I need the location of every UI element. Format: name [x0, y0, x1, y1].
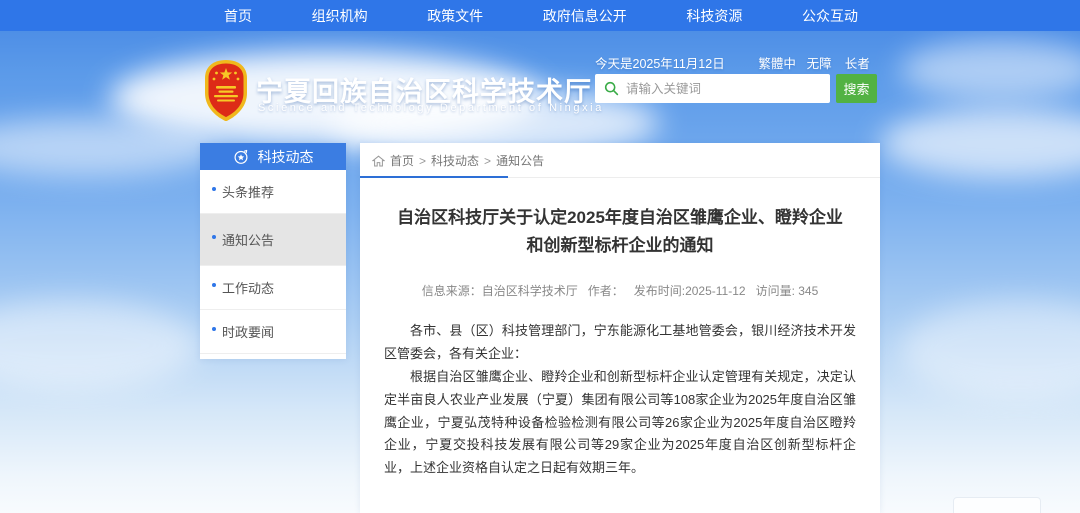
search-bar: 搜索 — [595, 74, 877, 103]
nav-item-policy[interactable]: 政策文件 — [427, 6, 483, 26]
meta-source: 信息来源：自治区科学技术厅 — [422, 282, 578, 299]
sidebar-header: 科技动态 — [200, 143, 346, 170]
article-meta: 信息来源：自治区科学技术厅 作者： 发布时间:2025-11-12 访问量: 3… — [360, 282, 880, 299]
article-title-line1: 自治区科技厅关于认定2025年度自治区雏鹰企业、瞪羚企业 — [386, 204, 854, 232]
cloud-decoration — [880, 108, 1080, 178]
floating-widget[interactable] — [953, 497, 1041, 513]
national-emblem-logo[interactable] — [203, 59, 249, 126]
sidebar-item-politics-news[interactable]: 时政要闻 — [200, 310, 346, 354]
nav-item-public[interactable]: 公众互动 — [802, 6, 858, 26]
main-content-panel: 首页 > 科技动态 > 通知公告 自治区科技厅关于认定2025年度自治区雏鹰企业… — [360, 143, 880, 513]
sidebar: 科技动态 头条推荐 通知公告 工作动态 时政要闻 — [200, 143, 346, 359]
breadcrumb-section[interactable]: 科技动态 — [431, 152, 479, 169]
nav-item-organization[interactable]: 组织机构 — [312, 6, 368, 26]
star-circle-icon — [233, 149, 249, 165]
meta-author: 作者： — [588, 282, 624, 299]
site-subtitle-english: Science and Technology Department of Nin… — [258, 102, 604, 114]
breadcrumb: 首页 > 科技动态 > 通知公告 — [360, 143, 880, 178]
home-icon — [372, 155, 385, 167]
breadcrumb-home[interactable]: 首页 — [390, 152, 414, 169]
nav-item-gov-info[interactable]: 政府信息公开 — [543, 6, 627, 26]
search-icon — [604, 81, 619, 96]
nav-item-home[interactable]: 首页 — [224, 6, 252, 26]
search-box — [595, 74, 830, 103]
meta-publish-time: 发布时间:2025-11-12 — [634, 282, 746, 299]
sidebar-item-notices[interactable]: 通知公告 — [200, 214, 346, 266]
meta-visits: 访问量: 345 — [756, 282, 819, 299]
article-paragraph: 根据自治区雏鹰企业、瞪羚企业和创新型标杆企业认定管理有关规定，决定认定半亩良人农… — [384, 366, 856, 480]
sidebar-item-work-news[interactable]: 工作动态 — [200, 266, 346, 310]
article-title-line2: 和创新型标杆企业的通知 — [386, 232, 854, 260]
sidebar-item-headlines[interactable]: 头条推荐 — [200, 170, 346, 214]
top-navigation: 首页 组织机构 政策文件 政府信息公开 科技资源 公众互动 — [0, 0, 1080, 31]
breadcrumb-separator: > — [419, 154, 426, 168]
breadcrumb-current[interactable]: 通知公告 — [496, 152, 544, 169]
search-input[interactable] — [626, 82, 830, 96]
cloud-decoration — [900, 300, 1080, 400]
breadcrumb-separator: > — [484, 154, 491, 168]
nav-item-resources[interactable]: 科技资源 — [686, 6, 742, 26]
search-button[interactable]: 搜索 — [836, 74, 877, 103]
cloud-decoration — [0, 300, 200, 390]
cloud-decoration — [900, 40, 1080, 100]
article-paragraph: 各市、县（区）科技管理部门，宁东能源化工基地管委会，银川经济技术开发区管委会，各… — [384, 320, 856, 366]
article-body: 各市、县（区）科技管理部门，宁东能源化工基地管委会，银川经济技术开发区管委会，各… — [384, 320, 856, 480]
sidebar-title: 科技动态 — [258, 147, 314, 167]
article-title: 自治区科技厅关于认定2025年度自治区雏鹰企业、瞪羚企业 和创新型标杆企业的通知 — [386, 204, 854, 259]
